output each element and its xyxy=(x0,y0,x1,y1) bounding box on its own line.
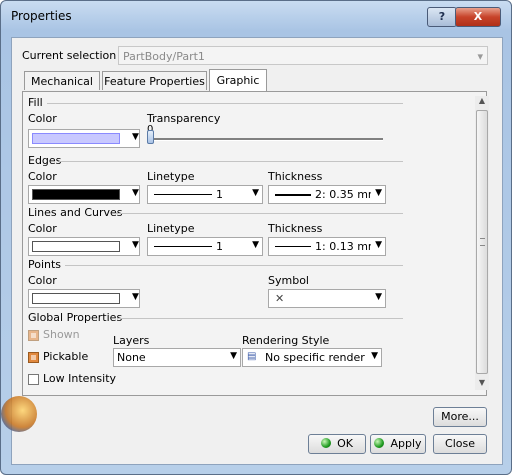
points-color-picker[interactable] xyxy=(28,289,140,308)
fill-color-picker[interactable] xyxy=(28,129,140,148)
edges-color-picker[interactable] xyxy=(28,185,140,204)
chevron-down-icon: ▾ xyxy=(477,50,483,63)
rendering-style-value: No specific rendering xyxy=(265,351,365,364)
tab-graphic[interactable]: Graphic xyxy=(209,69,267,91)
ok-button[interactable]: OK xyxy=(308,434,366,454)
close-window-button[interactable]: X xyxy=(455,7,501,27)
chevron-down-icon: ▼ xyxy=(230,351,237,361)
low-intensity-label: Low Intensity xyxy=(43,372,117,385)
apply-label: Apply xyxy=(390,437,422,450)
edges-thickness-label: Thickness xyxy=(268,170,323,183)
lines-color-picker[interactable] xyxy=(28,237,140,256)
close-button[interactable]: Close xyxy=(433,434,487,454)
divider xyxy=(115,213,403,214)
solid-line-icon xyxy=(154,194,212,195)
edges-linetype-value: 1 xyxy=(216,188,223,201)
shown-checkbox[interactable] xyxy=(28,330,39,341)
edges-color-swatch xyxy=(32,189,120,200)
points-color-swatch xyxy=(32,293,120,304)
chevron-down-icon: ▼ xyxy=(252,188,259,198)
symbol-select[interactable]: ✕ ▼ xyxy=(268,289,386,308)
window-title: Properties xyxy=(11,9,72,23)
panel-scrollbar[interactable]: ▲ ▼ xyxy=(475,96,489,390)
lines-linetype-label: Linetype xyxy=(147,222,195,235)
layers-label: Layers xyxy=(113,334,150,347)
thin-line-icon xyxy=(275,246,311,247)
shown-label: Shown xyxy=(43,328,80,341)
edges-section-label: Edges xyxy=(28,154,62,167)
edges-thickness-value: 2: 0.35 mm xyxy=(315,188,371,201)
current-selection-select[interactable]: PartBody/Part1 ▾ xyxy=(118,46,488,65)
chevron-down-icon[interactable]: ▼ xyxy=(132,292,139,302)
tab-mechanical[interactable]: Mechanical xyxy=(24,71,100,90)
chevron-down-icon[interactable]: ▼ xyxy=(132,132,139,142)
low-intensity-checkbox[interactable] xyxy=(28,374,39,385)
properties-window: Properties ? X Current selection : PartB… xyxy=(0,0,512,475)
edges-linetype-label: Linetype xyxy=(147,170,195,183)
chevron-down-icon[interactable]: ▼ xyxy=(132,188,139,198)
graphic-panel: Fill Color ▼ Transparency 0 Edges Color … xyxy=(22,91,489,396)
lines-thickness-value: 1: 0.13 mm xyxy=(315,240,371,253)
divider xyxy=(117,318,403,319)
symbol-label: Symbol xyxy=(268,274,309,287)
divider xyxy=(65,265,403,266)
edges-thickness-select[interactable]: 2: 0.35 mm ▼ xyxy=(268,185,386,204)
lines-thickness-label: Thickness xyxy=(268,222,323,235)
lines-thickness-select[interactable]: 1: 0.13 mm ▼ xyxy=(268,237,386,256)
scroll-up-icon[interactable]: ▲ xyxy=(475,96,489,108)
rendering-style-select[interactable]: ▤ No specific rendering ▼ xyxy=(242,348,382,367)
divider xyxy=(47,103,403,104)
apply-icon xyxy=(374,438,385,448)
scrollbar-thumb[interactable] xyxy=(476,110,488,374)
layers-select[interactable]: None ▼ xyxy=(113,348,241,367)
lines-curves-section-label: Lines and Curves xyxy=(28,206,123,219)
edges-color-label: Color xyxy=(28,170,57,183)
thick-line-icon xyxy=(275,194,311,196)
pickable-label: Pickable xyxy=(43,350,89,363)
globe-logo xyxy=(1,396,37,432)
lines-linetype-select[interactable]: 1 ▼ xyxy=(147,237,263,256)
chevron-down-icon: ▼ xyxy=(375,240,382,250)
apply-button[interactable]: Apply xyxy=(370,434,426,454)
points-section-label: Points xyxy=(28,258,62,271)
layers-value: None xyxy=(117,351,146,364)
transparency-label: Transparency xyxy=(147,112,221,125)
fill-section-label: Fill xyxy=(28,96,43,109)
global-section-label: Global Properties xyxy=(28,311,123,324)
rendering-style-label: Rendering Style xyxy=(242,334,330,347)
lines-color-swatch xyxy=(32,241,120,252)
chevron-down-icon: ▼ xyxy=(375,292,382,302)
solid-line-icon xyxy=(154,246,212,247)
transparency-slider-thumb[interactable] xyxy=(147,130,154,144)
lines-linetype-value: 1 xyxy=(216,240,223,253)
rendering-icon: ▤ xyxy=(247,351,257,362)
ok-icon xyxy=(321,438,332,448)
tab-feature-properties[interactable]: Feature Properties xyxy=(102,71,207,90)
pickable-checkbox[interactable] xyxy=(28,352,39,363)
fill-color-label: Color xyxy=(28,112,57,125)
ok-label: OK xyxy=(337,437,353,450)
edges-linetype-select[interactable]: 1 ▼ xyxy=(147,185,263,204)
chevron-down-icon: ▼ xyxy=(252,240,259,250)
title-bar[interactable]: Properties ? X xyxy=(1,1,511,35)
symbol-value: ✕ xyxy=(275,292,285,305)
more-button[interactable]: More... xyxy=(433,407,487,427)
current-selection-label: Current selection : xyxy=(22,49,124,62)
help-button[interactable]: ? xyxy=(427,7,457,27)
divider xyxy=(59,161,403,162)
lines-color-label: Color xyxy=(28,222,57,235)
chevron-down-icon: ▼ xyxy=(371,351,378,361)
chevron-down-icon: ▼ xyxy=(375,188,382,198)
current-selection-value: PartBody/Part1 xyxy=(123,50,205,63)
chevron-down-icon[interactable]: ▼ xyxy=(132,240,139,250)
fill-color-swatch xyxy=(32,133,120,144)
scroll-down-icon[interactable]: ▼ xyxy=(475,378,489,390)
points-color-label: Color xyxy=(28,274,57,287)
dialog-body: Current selection : PartBody/Part1 ▾ Mec… xyxy=(11,37,503,465)
transparency-slider-track[interactable] xyxy=(147,138,383,141)
grip-icon xyxy=(480,238,485,246)
